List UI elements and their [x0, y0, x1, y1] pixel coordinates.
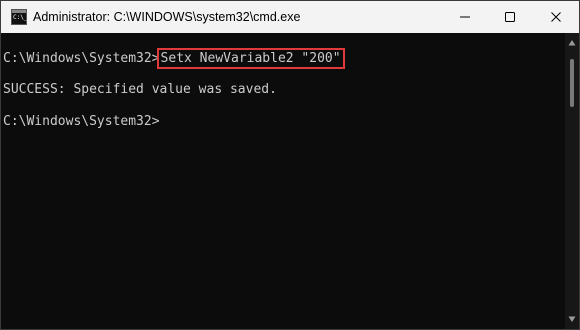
maximize-button[interactable]	[487, 1, 532, 33]
maximize-icon	[504, 12, 515, 22]
console-line-result: SUCCESS: Specified value was saved.	[3, 82, 277, 97]
highlighted-command: Setx NewVariable2 "200"	[156, 48, 345, 69]
scroll-down-arrow-icon[interactable]	[568, 315, 576, 323]
console-output[interactable]: C:\Windows\System32>Setx NewVariable2 "2…	[1, 33, 565, 329]
cmd-app-icon[interactable]: C:\_	[11, 9, 27, 25]
window-title: Administrator: C:\WINDOWS\system32\cmd.e…	[33, 10, 301, 24]
console-prompt: C:\Windows\System32>	[3, 51, 160, 66]
scrollbar-thumb[interactable]	[570, 59, 574, 107]
close-button[interactable]	[533, 1, 578, 33]
console-prompt: C:\Windows\System32>	[3, 114, 160, 129]
console-line-prompt: C:\Windows\System32>	[3, 112, 160, 131]
title-bar[interactable]: C:\_ Administrator: C:\WINDOWS\system32\…	[1, 1, 579, 33]
minimize-button[interactable]	[442, 1, 487, 33]
app-icon-bar	[12, 10, 26, 13]
cmd-window: C:\_ Administrator: C:\WINDOWS\system32\…	[0, 0, 580, 330]
scroll-up-arrow-icon[interactable]	[568, 39, 576, 47]
minimize-icon	[459, 16, 470, 18]
vertical-scrollbar[interactable]	[565, 33, 579, 329]
close-icon	[550, 12, 561, 22]
app-icon-glyph: C:\_	[13, 14, 28, 21]
console-line-command: C:\Windows\System32>Setx NewVariable2 "2…	[3, 48, 345, 69]
